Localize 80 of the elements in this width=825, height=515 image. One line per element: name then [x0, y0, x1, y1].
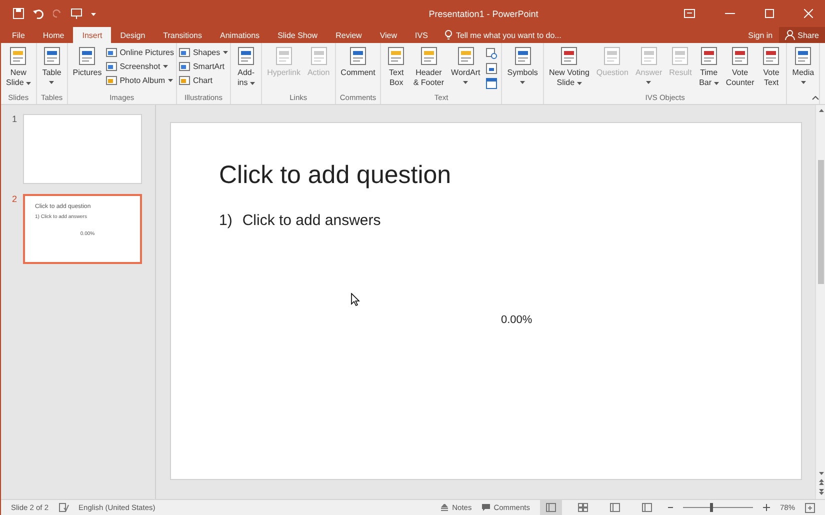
date-time-icon[interactable]	[486, 48, 498, 59]
tell-me-field[interactable]: Tell me what you want to do...	[456, 30, 656, 40]
ribbon-tab[interactable]: Transitions	[154, 27, 211, 43]
ribbon-button[interactable]: Time Bar	[696, 45, 722, 89]
ribbon-tab[interactable]: Home	[34, 27, 74, 43]
comment-icon	[482, 504, 490, 511]
ribbon-tab[interactable]: Review	[326, 27, 371, 43]
spelling-icon[interactable]	[58, 503, 69, 512]
ribbon-button[interactable]: Header & Footer	[410, 45, 448, 89]
slide-number-icon[interactable]	[486, 63, 498, 74]
fit-to-window-icon[interactable]	[805, 502, 815, 512]
ribbon-button[interactable]: Screenshot	[106, 60, 174, 72]
ribbon-button[interactable]: Chart	[178, 74, 228, 86]
scrollbar[interactable]	[815, 105, 825, 499]
ribbon-button[interactable]: WordArt	[448, 45, 484, 85]
undo-icon[interactable]	[33, 8, 44, 18]
caret-icon	[223, 50, 228, 54]
caret-icon	[646, 81, 652, 84]
notes-icon	[441, 504, 448, 511]
sign-in-link[interactable]: Sign in	[742, 27, 779, 43]
slide-number: 1	[12, 114, 17, 126]
ribbon-button[interactable]: Vote Counter	[722, 45, 758, 89]
previous-slide-icon[interactable]	[818, 479, 824, 485]
caret-icon	[576, 82, 582, 84]
ribbon-button[interactable]: Online Pictures	[106, 46, 174, 58]
result-text: 0.00%	[501, 314, 532, 326]
ribbon-tab[interactable]: File	[3, 27, 34, 43]
collapse-ribbon-icon[interactable]	[812, 96, 819, 100]
caret-icon	[520, 81, 526, 84]
caret-icon	[250, 82, 255, 84]
ribbon-display-icon[interactable]	[684, 9, 695, 18]
object-icon[interactable]	[486, 78, 498, 89]
ribbon-button[interactable]: Text Box	[383, 45, 410, 89]
view-button[interactable]	[540, 500, 562, 515]
caret-icon	[168, 78, 174, 82]
ribbon-tab[interactable]: IVS	[406, 27, 437, 43]
caret-icon	[49, 81, 54, 84]
caret-icon	[163, 64, 168, 68]
slide[interactable]: Click to add question 1) Click to add answers 0.00%	[170, 122, 802, 480]
slide-thumbnail[interactable]	[23, 114, 142, 184]
ribbon-button[interactable]: New Voting Slide	[546, 45, 592, 89]
ribbon-button[interactable]: Symbols	[504, 45, 541, 85]
person-icon	[784, 30, 795, 40]
slideshow-icon[interactable]	[71, 8, 82, 19]
ribbon-button[interactable]: Pictures	[70, 45, 105, 79]
ribbon-button[interactable]: Photo Album	[106, 74, 174, 86]
lightbulb-icon[interactable]	[444, 30, 452, 40]
ribbon-button[interactable]: Add- ins	[233, 45, 260, 89]
scroll-up-icon[interactable]	[818, 109, 824, 112]
ribbon-tab[interactable]: Slide Show	[268, 27, 327, 43]
window-title: Presentation1 - PowerPoint	[428, 8, 540, 18]
ribbon-tab[interactable]: Insert	[73, 27, 112, 43]
ribbon-tab[interactable]: View	[370, 27, 406, 43]
ribbon-button[interactable]: Media	[789, 45, 818, 85]
ribbon-tab[interactable]: Design	[111, 27, 154, 43]
ribbon-button[interactable]: Table	[38, 45, 65, 85]
share-button[interactable]: Share	[778, 27, 825, 43]
answer-placeholder[interactable]: 1) Click to add answers	[219, 212, 381, 229]
normal-view-icon	[546, 503, 556, 512]
zoom-in-icon[interactable]	[762, 504, 770, 511]
cursor-icon	[351, 293, 360, 306]
slide-number: 2	[12, 194, 17, 206]
caret-icon	[26, 82, 31, 84]
ribbon-button[interactable]: New Slide	[3, 45, 34, 89]
scroll-down-icon[interactable]	[818, 472, 824, 475]
save-icon[interactable]	[13, 8, 24, 19]
customize-icon[interactable]	[91, 12, 96, 16]
grid-view-icon	[578, 503, 588, 512]
question-placeholder[interactable]: Click to add question	[219, 161, 452, 190]
ribbon-button[interactable]: Vote Text	[758, 45, 784, 89]
maximize-icon[interactable]	[765, 9, 774, 18]
ribbon-button[interactable]: Shapes	[178, 46, 228, 58]
caret-icon	[463, 81, 468, 84]
caret-icon	[800, 81, 806, 84]
ribbon-button[interactable]: Comment	[338, 45, 378, 79]
ribbon-button[interactable]: SmartArt	[178, 60, 228, 72]
ribbon-tab[interactable]: Animations	[210, 27, 269, 43]
close-icon[interactable]	[804, 9, 813, 18]
caret-icon	[714, 82, 719, 84]
next-slide-icon[interactable]	[818, 489, 824, 495]
